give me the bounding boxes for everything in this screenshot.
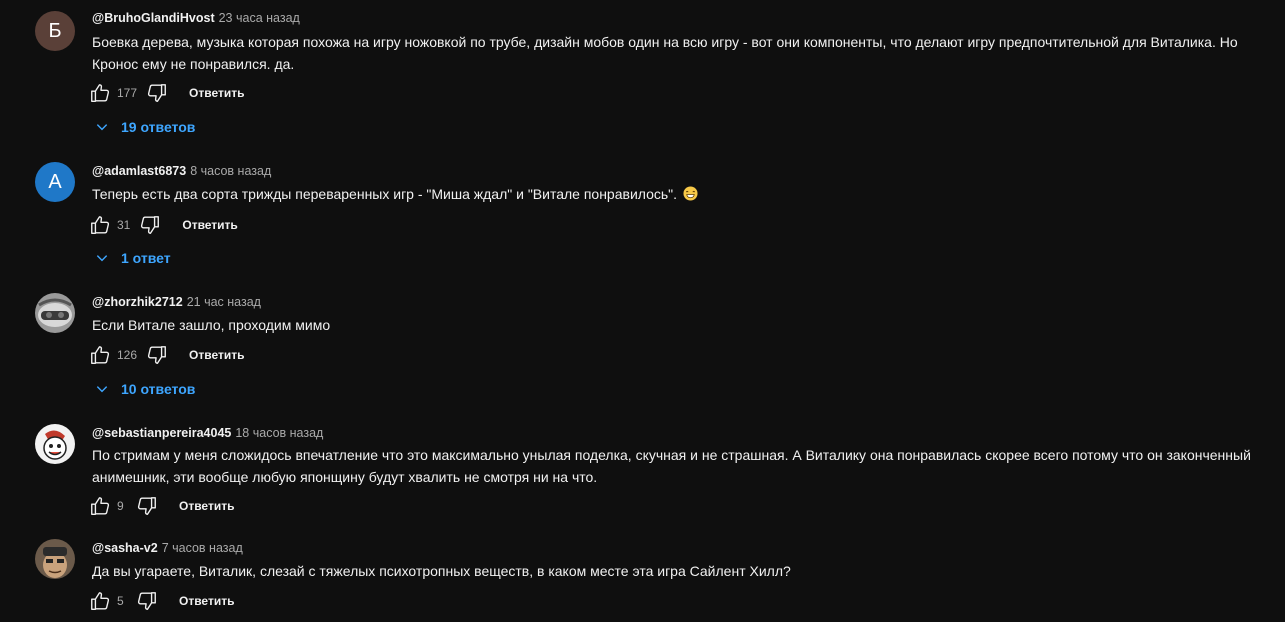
timestamp[interactable]: 7 часов назад: [162, 541, 243, 555]
comment-text-content: Теперь есть два сорта трижды переваренны…: [92, 186, 678, 202]
reply-button[interactable]: Ответить: [182, 218, 237, 232]
chevron-down-icon: [92, 379, 112, 399]
thumbs-down-icon[interactable]: [145, 343, 169, 367]
like-count: 126: [117, 348, 138, 362]
author-name[interactable]: @zhorzhik2712: [92, 295, 183, 309]
replies-count: 1 ответ: [121, 250, 171, 266]
chevron-down-icon: [92, 248, 112, 268]
comment-header: @adamlast6873 8 часов назад: [92, 164, 271, 178]
comment-actions: 9 Ответить: [88, 494, 234, 518]
author-name[interactable]: @BruhoGlandiHvost: [92, 11, 215, 25]
avatar[interactable]: Б: [35, 11, 75, 51]
reply-button[interactable]: Ответить: [179, 499, 234, 513]
like-count: 31: [117, 218, 131, 232]
thumbs-down-icon[interactable]: [135, 494, 159, 518]
avatar-letter: A: [48, 170, 62, 193]
timestamp[interactable]: 21 час назад: [187, 295, 261, 309]
comment-header: @BruhoGlandiHvost 23 часа назад: [92, 11, 300, 25]
like-count: 9: [117, 499, 124, 513]
reply-button[interactable]: Ответить: [179, 594, 234, 608]
comment-actions: 126 Ответить: [88, 343, 244, 367]
avatar-letter: Б: [48, 19, 62, 42]
replies-count: 10 ответов: [121, 381, 196, 397]
reply-button[interactable]: Ответить: [189, 348, 244, 362]
view-replies-button[interactable]: 10 ответов: [92, 379, 195, 399]
thumbs-down-icon[interactable]: [135, 589, 159, 613]
avatar[interactable]: [35, 293, 75, 333]
thumbs-down-icon[interactable]: [145, 81, 169, 105]
author-name[interactable]: @sasha-v2: [92, 541, 158, 555]
timestamp[interactable]: 18 часов назад: [235, 426, 323, 440]
comment-actions: 177 Ответить: [88, 81, 244, 105]
grinning-face-icon: [683, 185, 698, 207]
timestamp[interactable]: 23 часа назад: [219, 11, 300, 25]
comment-actions: 31 Ответить: [88, 213, 238, 237]
thumbs-down-icon[interactable]: [138, 213, 162, 237]
thumbs-up-icon[interactable]: [88, 494, 112, 518]
comment-header: @zhorzhik2712 21 час назад: [92, 295, 261, 309]
avatar[interactable]: [35, 424, 75, 464]
comment-text: Боевка дерева, музыка которая похожа на …: [92, 34, 1238, 72]
author-name[interactable]: @adamlast6873: [92, 164, 186, 178]
thumbs-up-icon[interactable]: [88, 343, 112, 367]
author-name[interactable]: @sebastianpereira4045: [92, 426, 231, 440]
thumbs-up-icon[interactable]: [88, 213, 112, 237]
replies-count: 19 ответов: [121, 119, 196, 135]
avatar[interactable]: [35, 539, 75, 579]
thumbs-up-icon[interactable]: [88, 589, 112, 613]
comment-text: Если Витале зашло, проходим мимо: [92, 317, 331, 333]
comment-actions: 5 Ответить: [88, 589, 234, 613]
comment-text: Теперь есть два сорта трижды переваренны…: [92, 183, 1277, 207]
comments-list: Б @BruhoGlandiHvost 23 часа назад Боевка …: [0, 0, 1285, 622]
comment-text: По стримам у меня сложидось впечатление …: [92, 447, 1251, 485]
reply-button[interactable]: Ответить: [189, 86, 244, 100]
timestamp[interactable]: 8 часов назад: [190, 164, 271, 178]
avatar[interactable]: A: [35, 162, 75, 202]
thumbs-up-icon[interactable]: [88, 81, 112, 105]
comment-text: Да вы угараете, Виталик, слезай с тяжелы…: [92, 563, 791, 579]
view-replies-button[interactable]: 1 ответ: [92, 248, 171, 268]
like-count: 5: [117, 594, 124, 608]
like-count: 177: [117, 86, 138, 100]
comment-header: @sasha-v2 7 часов назад: [92, 541, 243, 555]
view-replies-button[interactable]: 19 ответов: [92, 117, 195, 137]
chevron-down-icon: [92, 117, 112, 137]
comment-header: @sebastianpereira4045 18 часов назад: [92, 426, 323, 440]
